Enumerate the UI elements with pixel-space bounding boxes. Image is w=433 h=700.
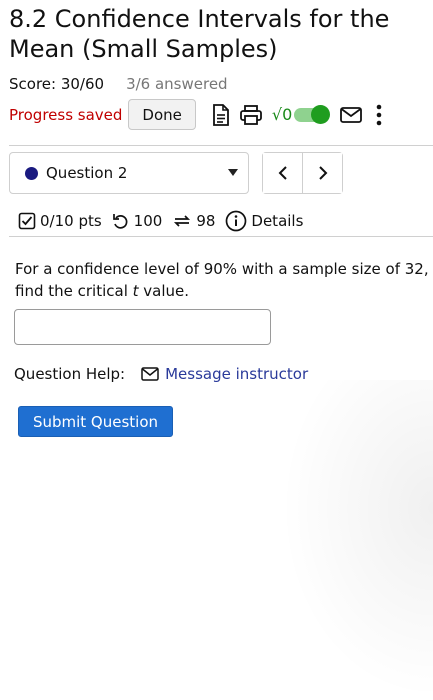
done-button[interactable]: Done <box>128 99 196 130</box>
document-icon[interactable] <box>212 103 230 126</box>
attempts-item: 100 <box>112 212 163 230</box>
next-question-button[interactable] <box>302 153 342 193</box>
score-text: Score: 30/60 <box>9 75 105 93</box>
question-meta: 0/10 pts 100 98 Details <box>18 206 313 236</box>
answered-count: 3/6 answered <box>126 75 228 93</box>
chevron-right-icon <box>318 166 327 180</box>
undo-icon <box>112 214 128 229</box>
chevron-left-icon <box>278 166 287 180</box>
details-toggle[interactable]: Details <box>225 210 303 232</box>
question-text-after: value. <box>138 282 190 300</box>
question-text-before: For a confidence level of 90% with a sam… <box>15 260 429 300</box>
previous-question-button[interactable] <box>263 153 302 193</box>
message-instructor-label: Message instructor <box>165 365 309 383</box>
retries-text: 98 <box>196 212 216 230</box>
question-select[interactable]: Question 2 <box>9 152 249 194</box>
details-label: Details <box>251 212 304 230</box>
message-instructor-link[interactable]: Message instructor <box>141 365 308 383</box>
question-nav-group <box>262 152 343 194</box>
page-title: 8.2 Confidence Intervals for the Mean (S… <box>9 5 390 63</box>
question-help-label: Question Help: <box>14 365 126 383</box>
retries-item: 98 <box>172 212 215 230</box>
more-vertical-icon[interactable] <box>376 104 382 126</box>
screen-glare <box>280 380 433 700</box>
math-toggle[interactable] <box>294 104 331 124</box>
mail-icon[interactable] <box>340 106 363 123</box>
question-help: Question Help: Message instructor <box>14 362 308 386</box>
math-toggle-label: √0 <box>271 105 293 124</box>
question-status-dot <box>25 166 38 180</box>
checkbox-icon <box>18 212 36 230</box>
question-select-value: Question 2 <box>46 164 128 182</box>
answer-input[interactable] <box>14 309 271 345</box>
attempts-text: 100 <box>133 212 163 230</box>
info-icon <box>226 210 247 232</box>
retry-icon <box>174 215 191 227</box>
points-item: 0/10 pts <box>18 212 102 230</box>
submit-question-button[interactable]: Submit Question <box>18 406 173 437</box>
toggle-knob <box>311 104 331 124</box>
toolbar: Progress saved Done √0 <box>9 99 429 130</box>
divider <box>9 145 433 146</box>
score-row: Score: 30/60 3/6 answered <box>9 75 228 93</box>
divider <box>9 236 433 237</box>
caret-down-icon <box>228 169 238 176</box>
progress-status: Progress saved <box>9 105 123 124</box>
mail-icon <box>141 367 159 381</box>
points-text: 0/10 pts <box>40 212 102 230</box>
question-text: For a confidence level of 90% with a sam… <box>15 258 433 302</box>
print-icon[interactable] <box>239 104 262 125</box>
